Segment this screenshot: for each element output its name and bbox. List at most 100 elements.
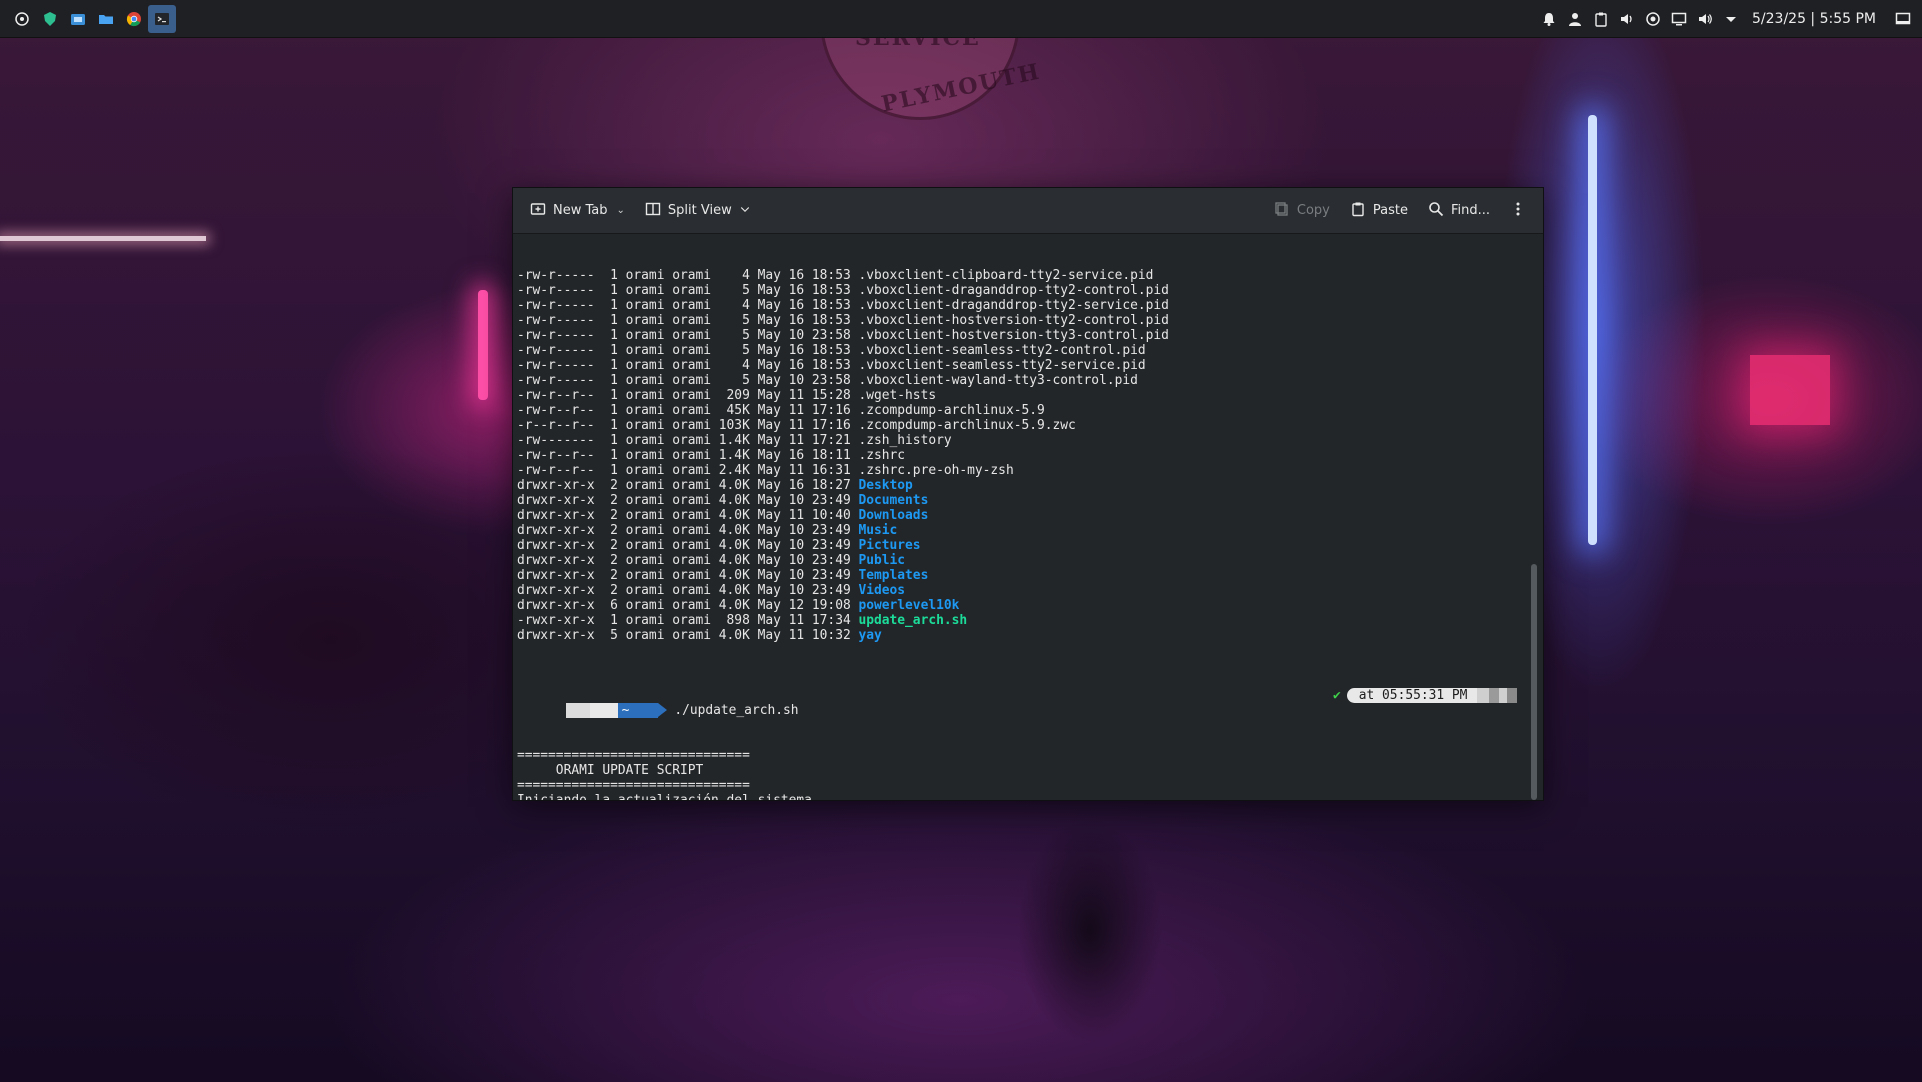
top-panel: 5/23/25 | 5:55 PM xyxy=(0,0,1922,38)
prompt-dir-segment: ~ xyxy=(617,703,658,718)
kebab-menu-icon xyxy=(1510,201,1526,221)
tray-expand-icon[interactable] xyxy=(1722,10,1740,28)
listing-filename: .vboxclient-clipboard-tty2-service.pid xyxy=(858,268,1154,283)
listing-meta: drwxr-xr-x 2 orami orami 4.0K May 10 23:… xyxy=(517,538,859,553)
display-icon[interactable] xyxy=(1670,10,1688,28)
listing-filename: Music xyxy=(858,523,898,538)
copy-label: Copy xyxy=(1296,203,1330,218)
paste-button[interactable]: Paste xyxy=(1343,196,1415,226)
listing-filename: .zsh_history xyxy=(858,433,952,448)
split-view-chevron-down-icon[interactable] xyxy=(739,203,751,219)
listing-filename: .vboxclient-seamless-tty2-service.pid xyxy=(858,358,1146,373)
listing-filename: .vboxclient-draganddrop-tty2-service.pid xyxy=(858,298,1169,313)
new-tab-label: New Tab xyxy=(553,203,608,218)
listing-meta: -rw-r--r-- 1 orami orami 45K May 11 17:1… xyxy=(517,403,859,418)
konsole-window: New Tab ⌄ Split View Copy Paste Find... … xyxy=(512,187,1544,801)
wallpaper-neon-blue xyxy=(1588,115,1597,545)
listing-row: -rw-r----- 1 orami orami 5 May 10 23:58 … xyxy=(517,373,1543,388)
prompt-os-segment xyxy=(565,703,590,718)
speaker-icon[interactable] xyxy=(1618,10,1636,28)
launcher-bar xyxy=(0,0,176,37)
listing-row: -rw-r----- 1 orami orami 5 May 16 18:53 … xyxy=(517,313,1543,328)
volume-icon[interactable] xyxy=(1696,10,1714,28)
prompt-user-segment xyxy=(589,703,618,718)
listing-meta: drwxr-xr-x 2 orami orami 4.0K May 10 23:… xyxy=(517,523,859,538)
listing-row: -rw-r----- 1 orami orami 5 May 16 18:53 … xyxy=(517,283,1543,298)
new-tab-dropdown-icon[interactable]: ⌄ xyxy=(617,205,625,216)
shell-prompt: ~ ./update_arch.sh ✔ at 05:55:31 PM xyxy=(517,688,1543,718)
listing-row: drwxr-xr-x 6 orami orami 4.0K May 12 19:… xyxy=(517,598,1543,613)
shield-app-icon[interactable] xyxy=(36,5,64,33)
listing-filename: Public xyxy=(858,553,906,568)
dolphin-file-manager-icon[interactable] xyxy=(64,5,92,33)
listing-meta: drwxr-xr-x 2 orami orami 4.0K May 10 23:… xyxy=(517,493,859,508)
listing-filename: Downloads xyxy=(858,508,929,523)
show-desktop-icon[interactable] xyxy=(1894,10,1912,28)
prompt-right-tail xyxy=(1477,688,1518,703)
user-icon[interactable] xyxy=(1566,10,1584,28)
listing-row: -rw-r----- 1 orami orami 4 May 16 18:53 … xyxy=(517,358,1543,373)
listing-filename: .zcompdump-archlinux-5.9.zwc xyxy=(858,418,1076,433)
new-tab-button[interactable]: New Tab ⌄ xyxy=(523,196,632,226)
terminal-view[interactable]: -rw-r----- 1 orami orami 4 May 16 18:53 … xyxy=(513,234,1543,800)
listing-row: -r--r--r-- 1 orami orami 103K May 11 17:… xyxy=(517,418,1543,433)
status-check-icon: ✔ xyxy=(1333,688,1341,703)
listing-row: drwxr-xr-x 2 orami orami 4.0K May 10 23:… xyxy=(517,568,1543,583)
split-view-button[interactable]: Split View xyxy=(638,196,758,226)
listing-row: -rw-r--r-- 1 orami orami 1.4K May 16 18:… xyxy=(517,448,1543,463)
listing-row: drwxr-xr-x 2 orami orami 4.0K May 10 23:… xyxy=(517,523,1543,538)
network-icon[interactable] xyxy=(1644,10,1662,28)
listing-row: -rw-r--r-- 1 orami orami 2.4K May 11 16:… xyxy=(517,463,1543,478)
listing-meta: -rw-r----- 1 orami orami 5 May 16 18:53 xyxy=(517,343,859,358)
folder-icon[interactable] xyxy=(92,5,120,33)
listing-meta: drwxr-xr-x 2 orami orami 4.0K May 10 23:… xyxy=(517,583,859,598)
listing-filename: update_arch.sh xyxy=(858,613,968,628)
search-icon xyxy=(1428,201,1444,221)
listing-meta: -rw------- 1 orami orami 1.4K May 11 17:… xyxy=(517,433,859,448)
clipboard-icon[interactable] xyxy=(1592,10,1610,28)
listing-row: -rwxr-xr-x 1 orami orami 898 May 11 17:3… xyxy=(517,613,1543,628)
listing-filename: .vboxclient-hostversion-tty2-control.pid xyxy=(858,313,1169,328)
listing-meta: -rw-r----- 1 orami orami 4 May 16 18:53 xyxy=(517,358,859,373)
kde-menu-icon[interactable] xyxy=(8,5,36,33)
listing-meta: -rw-r----- 1 orami orami 5 May 10 23:58 xyxy=(517,328,859,343)
clock[interactable]: 5/23/25 | 5:55 PM xyxy=(1752,11,1876,27)
listing-filename: Pictures xyxy=(858,538,921,553)
listing-row: -rw-r--r-- 1 orami orami 45K May 11 17:1… xyxy=(517,403,1543,418)
notification-bell-icon[interactable] xyxy=(1540,10,1558,28)
listing-filename: yay xyxy=(858,628,882,643)
listing-filename: .zshrc.pre-oh-my-zsh xyxy=(858,463,1014,478)
listing-row: -rw-r----- 1 orami orami 5 May 10 23:58 … xyxy=(517,328,1543,343)
chrome-browser-icon[interactable] xyxy=(120,5,148,33)
wallpaper-light xyxy=(0,236,206,241)
listing-row: -rw------- 1 orami orami 1.4K May 11 17:… xyxy=(517,433,1543,448)
listing-filename: .vboxclient-hostversion-tty3-control.pid xyxy=(858,328,1169,343)
hamburger-menu-button[interactable] xyxy=(1503,196,1533,226)
konsole-toolbar: New Tab ⌄ Split View Copy Paste Find... xyxy=(513,188,1543,234)
listing-meta: -rw-r--r-- 1 orami orami 2.4K May 11 16:… xyxy=(517,463,859,478)
terminal-scrollbar[interactable] xyxy=(1531,564,1537,800)
listing-row: drwxr-xr-x 5 orami orami 4.0K May 11 10:… xyxy=(517,628,1543,643)
listing-meta: -rw-r----- 1 orami orami 5 May 16 18:53 xyxy=(517,283,859,298)
listing-row: -rw-r----- 1 orami orami 4 May 16 18:53 … xyxy=(517,298,1543,313)
listing-row: drwxr-xr-x 2 orami orami 4.0K May 10 23:… xyxy=(517,553,1543,568)
listing-row: drwxr-xr-x 2 orami orami 4.0K May 16 18:… xyxy=(517,478,1543,493)
listing-meta: drwxr-xr-x 2 orami orami 4.0K May 16 18:… xyxy=(517,478,859,493)
find-button[interactable]: Find... xyxy=(1421,196,1497,226)
konsole-terminal-icon[interactable] xyxy=(148,4,176,33)
listing-row: -rw-r----- 1 orami orami 4 May 16 18:53 … xyxy=(517,268,1543,283)
listing-filename: Templates xyxy=(858,568,929,583)
listing-meta: -rw-r--r-- 1 orami orami 1.4K May 16 18:… xyxy=(517,448,859,463)
listing-filename: .vboxclient-draganddrop-tty2-control.pid xyxy=(858,283,1169,298)
listing-meta: drwxr-xr-x 5 orami orami 4.0K May 11 10:… xyxy=(517,628,859,643)
directory-listing: -rw-r----- 1 orami orami 4 May 16 18:53 … xyxy=(517,268,1543,643)
paste-label: Paste xyxy=(1372,203,1408,218)
prompt-time: at 05:55:31 PM xyxy=(1346,688,1478,703)
copy-button[interactable]: Copy xyxy=(1267,196,1337,226)
listing-meta: drwxr-xr-x 2 orami orami 4.0K May 10 23:… xyxy=(517,568,859,583)
listing-meta: -rw-r--r-- 1 orami orami 209 May 11 15:2… xyxy=(517,388,859,403)
output-line: Iniciando la actualización del sistema..… xyxy=(517,793,1543,800)
listing-meta: drwxr-xr-x 2 orami orami 4.0K May 11 10:… xyxy=(517,508,859,523)
listing-row: -rw-r--r-- 1 orami orami 209 May 11 15:2… xyxy=(517,388,1543,403)
listing-row: drwxr-xr-x 2 orami orami 4.0K May 10 23:… xyxy=(517,583,1543,598)
